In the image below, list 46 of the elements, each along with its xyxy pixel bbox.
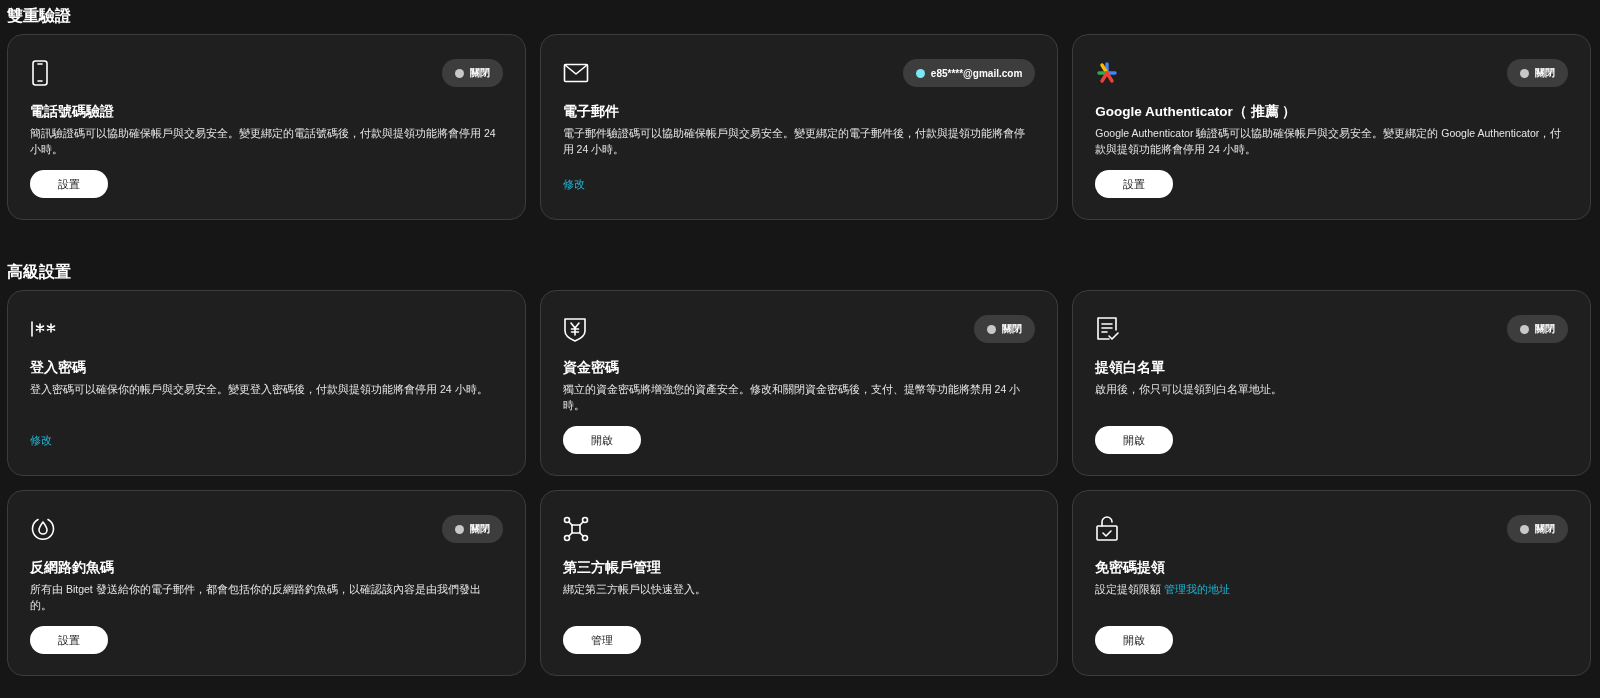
card-description: 獨立的資金密碼將增強您的資產安全。修改和關閉資金密碼後，支付、提幣等功能將禁用 24 小時。	[562, 382, 1022, 413]
address-link[interactable]: 管理我的地址	[1164, 583, 1231, 595]
password-icon	[30, 319, 58, 339]
card-description: 所有由 Bitget 發送給你的電子郵件，都會包括你的反網路釣魚碼，以確認該內容是由我們發出的。	[30, 582, 482, 613]
card-description: 登入密碼可以確保你的帳戶與交易安全。變更登入密碼後，付款與提領功能將會停用 24 小時。	[30, 382, 489, 397]
card-description: 啟用後，你只可以提領到白名單地址。	[1095, 382, 1284, 397]
status-badge: 關閉	[441, 59, 503, 87]
network-icon	[562, 516, 589, 542]
card-title: 電話號碼驗證	[30, 103, 115, 121]
card-title: 資金密碼	[562, 359, 620, 377]
card-description: 設定提領限額 管理我的地址	[1095, 582, 1232, 597]
card-description: 簡訊驗證碼可以協助確保帳戶與交易安全。變更綁定的電話號碼後，付款與提領功能將會停用 24 小時。	[30, 126, 497, 157]
card-title: 提領白名單	[1095, 359, 1167, 377]
action-button[interactable]: 設置	[30, 626, 108, 654]
card-title: 反網路釣魚碼	[30, 559, 115, 577]
phone-icon	[30, 60, 50, 86]
edit-link[interactable]: 修改	[30, 427, 52, 454]
card-title: 第三方帳戶管理	[562, 559, 662, 577]
card-description: 電子郵件驗證碼可以協助確保帳戶與交易安全。變更綁定的電子郵件後，付款與提領功能將會停用 24 小時。	[562, 126, 1026, 157]
action-button[interactable]: 設置	[30, 170, 108, 198]
section-title: 雙重驗證	[7, 6, 71, 26]
status-badge: 關閉	[441, 515, 503, 543]
section-title: 高級設置	[7, 262, 71, 282]
card-title: 電子郵件	[562, 103, 620, 121]
asterisk-icon	[1095, 61, 1120, 85]
action-button[interactable]: 開啟	[1095, 426, 1174, 454]
action-button[interactable]: 開啟	[1095, 626, 1174, 654]
action-button[interactable]: 管理	[562, 626, 641, 654]
status-badge: 關閉	[1507, 315, 1568, 343]
unlocked-check-icon	[1095, 516, 1120, 542]
yen-shield-icon	[562, 316, 587, 342]
card-description: 綁定第三方帳戶以快速登入。	[562, 582, 707, 597]
envelope-icon	[562, 63, 589, 83]
status-badge: 關閉	[1507, 515, 1568, 543]
action-button[interactable]: 開啟	[562, 426, 641, 454]
status-badge: e85****@gmail.com	[902, 59, 1036, 87]
card-title: 登入密碼	[30, 359, 87, 377]
card-title: Google Authenticator（ 推薦 ）	[1095, 103, 1298, 121]
edit-link[interactable]: 修改	[562, 171, 585, 198]
checklist-icon	[1095, 316, 1120, 342]
action-button[interactable]: 設置	[1095, 170, 1174, 198]
drop-circle-icon	[30, 516, 56, 542]
card-title: 免密碼提領	[1095, 559, 1167, 577]
card-description: Google Authenticator 驗證碼可以協助確保帳戶與交易安全。變更綁定的 Google Authenticator，付款與提領功能將會停用 24 小時。	[1095, 126, 1563, 157]
status-badge: 關閉	[1507, 59, 1568, 87]
status-badge: 關閉	[974, 315, 1036, 343]
